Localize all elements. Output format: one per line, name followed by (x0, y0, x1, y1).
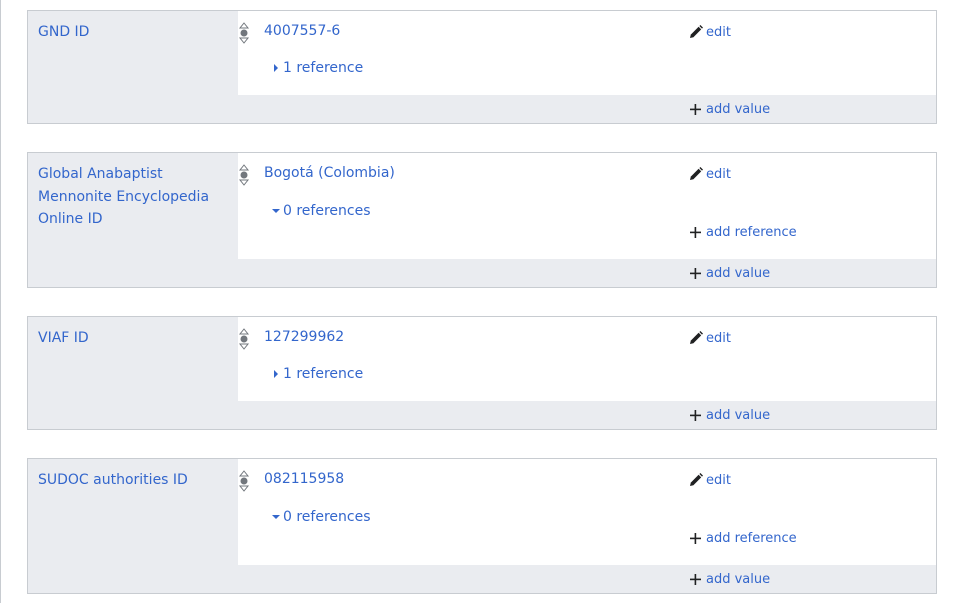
property-label[interactable]: Global Anabaptist Mennonite Encyclopedia… (38, 163, 228, 231)
edit-label: edit (706, 330, 731, 346)
value-link[interactable]: Bogotá (Colombia) (264, 165, 395, 181)
references-count: 0 references (283, 203, 371, 219)
references-count: 1 reference (283, 60, 364, 76)
property-label[interactable]: VIAF ID (38, 327, 228, 350)
add-value-button[interactable]: add value (690, 572, 770, 587)
edit-button[interactable]: edit (688, 472, 731, 488)
edit-label: edit (706, 24, 731, 40)
normal-rank-icon[interactable] (238, 22, 250, 44)
plus-icon (690, 268, 701, 279)
edit-label: edit (706, 472, 731, 488)
add-reference-button[interactable]: add reference (690, 531, 797, 546)
statement-group-gnd-id: GND ID 4007557-6 edit 1 reference add va… (27, 10, 937, 124)
edit-label: edit (706, 166, 731, 182)
normal-rank-icon[interactable] (238, 470, 250, 492)
pencil-icon (690, 167, 703, 180)
triangle-down-icon (272, 209, 280, 213)
value-link[interactable]: 127299962 (264, 329, 344, 345)
edit-button[interactable]: edit (688, 24, 731, 40)
value-link[interactable]: 4007557-6 (264, 23, 340, 39)
plus-icon (690, 410, 701, 421)
statement-panel: 127299962 edit 1 reference (238, 317, 936, 401)
left-border (0, 0, 1, 603)
references-count: 0 references (283, 509, 371, 525)
plus-icon (690, 104, 701, 115)
edit-button[interactable]: edit (688, 330, 731, 346)
triangle-right-icon (274, 370, 278, 378)
add-value-button[interactable]: add value (690, 266, 770, 281)
property-label[interactable]: SUDOC authorities ID (38, 469, 228, 492)
triangle-down-icon (272, 515, 280, 519)
plus-icon (690, 533, 701, 544)
triangle-right-icon (274, 64, 278, 72)
add-value-label: add value (706, 408, 771, 423)
references-toggle[interactable]: 1 reference (271, 366, 363, 382)
references-count: 1 reference (283, 366, 364, 382)
add-value-label: add value (706, 266, 771, 281)
statement-panel: 082115958 edit 0 references add referenc… (238, 459, 936, 565)
add-reference-label: add reference (706, 225, 797, 240)
plus-icon (690, 574, 701, 585)
references-toggle[interactable]: 1 reference (271, 60, 363, 76)
normal-rank-icon[interactable] (238, 328, 250, 350)
references-toggle[interactable]: 0 references (271, 203, 371, 219)
add-value-button[interactable]: add value (690, 408, 770, 423)
plus-icon (690, 227, 701, 238)
edit-button[interactable]: edit (688, 166, 731, 182)
property-label[interactable]: GND ID (38, 21, 228, 44)
add-reference-label: add reference (706, 531, 797, 546)
add-value-label: add value (706, 572, 771, 587)
add-value-label: add value (706, 102, 771, 117)
add-value-button[interactable]: add value (690, 102, 770, 117)
statement-panel: 4007557-6 edit 1 reference (238, 11, 936, 95)
statement-group-viaf-id: VIAF ID 127299962 edit 1 reference add v… (27, 316, 937, 430)
normal-rank-icon[interactable] (238, 164, 250, 186)
add-reference-button[interactable]: add reference (690, 225, 797, 240)
references-toggle[interactable]: 0 references (271, 509, 371, 525)
pencil-icon (690, 25, 703, 38)
statement-group-sudoc-id: SUDOC authorities ID 082115958 edit 0 re… (27, 458, 937, 594)
value-link[interactable]: 082115958 (264, 471, 344, 487)
pencil-icon (690, 331, 703, 344)
pencil-icon (690, 473, 703, 486)
statement-group-gameo-id: Global Anabaptist Mennonite Encyclopedia… (27, 152, 937, 288)
statement-panel: Bogotá (Colombia) edit 0 references add … (238, 153, 936, 259)
